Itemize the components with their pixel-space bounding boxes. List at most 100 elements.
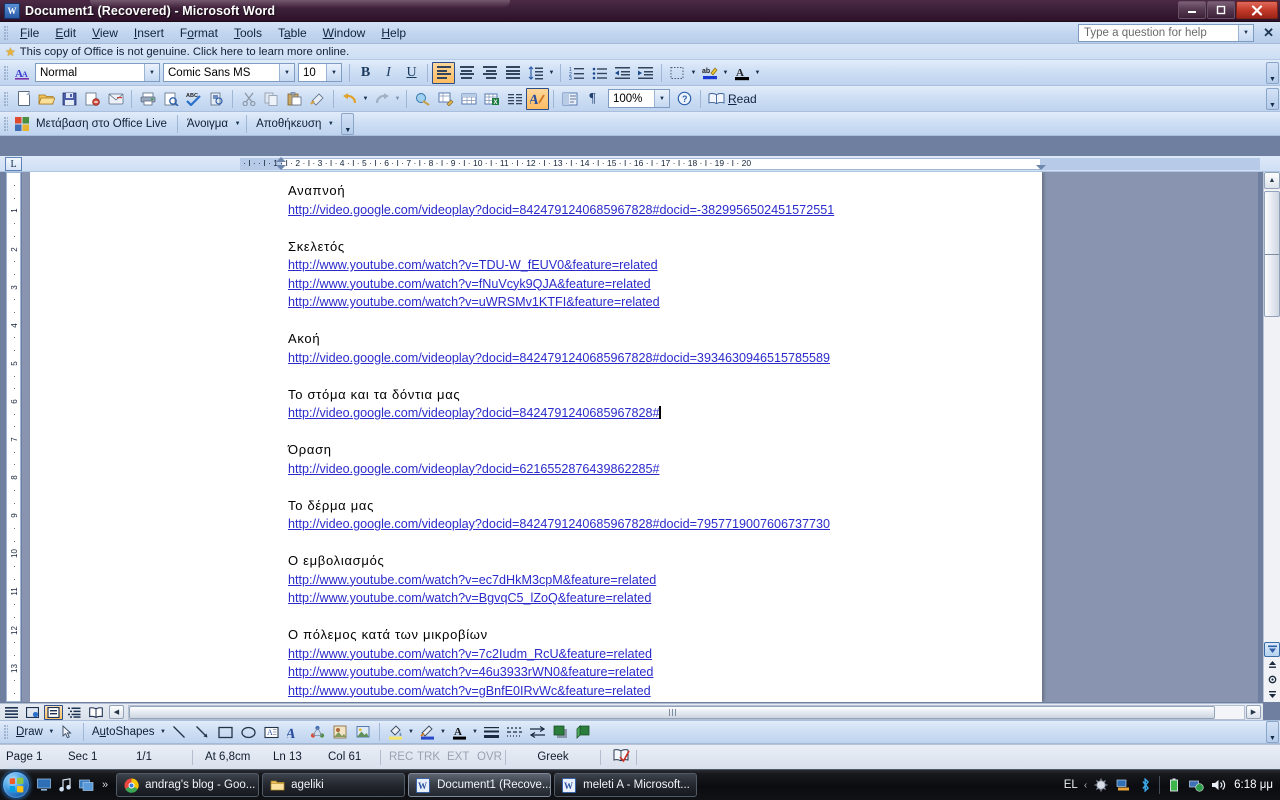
align-left-button[interactable] [432,61,455,84]
justify-button[interactable] [501,62,524,84]
scroll-left-button[interactable]: ◀ [109,705,124,719]
chevron-down-icon[interactable]: ▼ [721,70,730,76]
document-hyperlink[interactable]: http://www.youtube.com/watch?v=7c2Iudm_R… [288,645,1028,664]
office-live-toolbar-gripper[interactable] [4,116,8,131]
fill-color-button[interactable] [384,721,407,743]
line-style-button[interactable] [480,721,503,743]
draw-menu-button[interactable]: Draw ▼ [12,726,56,738]
shadow-style-button[interactable] [549,721,572,743]
network-activity-tray-icon[interactable] [1115,777,1131,793]
line-color-button[interactable] [416,721,439,743]
insert-table-button[interactable] [457,88,480,110]
drawing-toolbar-overflow-button[interactable]: ▼ [1266,721,1279,743]
insert-clip-art-button[interactable] [329,721,352,743]
increase-indent-button[interactable] [634,62,657,84]
read-button[interactable]: Read [705,92,760,106]
help-search-box[interactable]: Type a question for help ▼ [1078,24,1254,42]
highlight-color-button[interactable]: ab [698,62,721,84]
chevron-down-icon[interactable]: ▼ [326,64,341,81]
print-preview-button[interactable] [159,88,182,110]
menu-item-tools[interactable]: Tools [226,23,270,43]
chevron-down-icon[interactable]: ▼ [144,64,159,81]
document-hyperlink[interactable]: http://video.google.com/videoplay?docid=… [288,460,1028,479]
chevron-down-icon[interactable]: ▼ [361,96,370,102]
zoom-combo[interactable]: 100% ▼ [608,89,670,108]
styles-and-formatting-button[interactable]: A A [12,62,35,84]
chevron-down-icon[interactable]: ▼ [393,96,402,102]
status-ext[interactable]: EXT [441,751,471,763]
language-indicator[interactable]: EL [1064,779,1078,791]
outline-view-button[interactable] [65,705,84,720]
title-bar[interactable]: W Document1 (Recovered) - Microsoft Word [0,0,1280,22]
menubar-gripper[interactable] [4,25,8,40]
taskbar-clock[interactable]: 6:18 μμ [1234,779,1273,791]
show-formatting-marks-button[interactable]: ¶ [581,88,604,110]
columns-button[interactable] [503,88,526,110]
bluetooth-tray-icon[interactable] [1137,777,1153,793]
font-combo[interactable]: Comic Sans MS ▼ [163,63,295,82]
go-to-office-live-button[interactable]: Μετάβαση στο Office Live [12,116,173,132]
bulleted-list-button[interactable] [588,62,611,84]
save-button[interactable] [58,88,81,110]
menu-item-insert[interactable]: Insert [126,23,172,43]
scroll-up-button[interactable]: ▲ [1264,172,1280,189]
vertical-scrollbar-thumb[interactable] [1264,191,1280,317]
underline-button[interactable]: U [400,62,423,84]
insert-excel-worksheet-button[interactable]: X [480,88,503,110]
cut-button[interactable] [237,88,260,110]
microsoft-office-word-help-button[interactable]: ? [673,88,696,110]
show-desktop-icon[interactable] [36,777,52,793]
bold-button[interactable]: B [354,62,377,84]
chevron-down-icon[interactable]: ▼ [326,121,335,127]
arrow-button[interactable] [191,721,214,743]
insert-wordart-button[interactable]: A [283,721,306,743]
research-button[interactable] [205,88,228,110]
chevron-down-icon[interactable]: ▼ [471,729,480,735]
font-size-combo[interactable]: 10 ▼ [298,63,342,82]
formatting-toolbar-gripper[interactable] [4,65,8,80]
select-objects-button[interactable] [56,721,79,743]
document-map-button[interactable] [558,88,581,110]
standard-toolbar-overflow-button[interactable]: ▼ [1266,87,1279,110]
chevron-down-icon[interactable]: ▼ [159,729,168,735]
document-hyperlink[interactable]: http://video.google.com/videoplay?docid=… [288,201,1028,220]
taskbar-item-word-document1[interactable]: W Document1 (Recove... [408,773,552,797]
scroll-right-button[interactable]: ▶ [1246,705,1261,719]
menu-item-edit[interactable]: Edit [47,23,84,43]
rectangle-button[interactable] [214,721,237,743]
align-center-button[interactable] [455,62,478,84]
autoshapes-menu-button[interactable]: AutoShapes ▼ [88,726,168,738]
office-live-open-button[interactable]: Άνοιγμα ▼ [182,116,242,132]
italic-button[interactable]: I [377,62,400,84]
print-button[interactable] [136,88,159,110]
vertical-scrollbar[interactable]: ▲ [1263,172,1280,702]
formatting-toolbar-overflow-button[interactable]: ▼ [1266,61,1279,84]
paste-button[interactable] [283,88,306,110]
network-tray-icon[interactable] [1188,777,1204,793]
horizontal-scrollbar-thumb[interactable] [129,705,1215,719]
tab-selector-button[interactable]: L [5,157,22,171]
text-box-button[interactable]: A [260,721,283,743]
start-button[interactable] [2,771,30,799]
previous-page-button[interactable] [1264,657,1280,672]
permission-button[interactable] [81,88,104,110]
email-button[interactable] [104,88,127,110]
menu-item-view[interactable]: View [84,23,126,43]
web-layout-view-button[interactable] [23,705,42,720]
chevron-down-icon[interactable]: ▼ [439,729,448,735]
switch-window-icon[interactable] [78,777,94,793]
windows-media-player-icon[interactable] [57,777,73,793]
document-hyperlink[interactable]: http://www.youtube.com/watch?v=gBnfE0IRv… [288,682,1028,701]
quick-launch-overflow-chevron[interactable]: » [102,779,108,791]
horizontal-scrollbar-track[interactable] [128,704,1245,720]
chevron-down-icon[interactable]: ▼ [689,70,698,76]
taskbar-item-word-meleti[interactable]: Wmeleti A - Microsoft... [554,773,698,797]
menu-item-help[interactable]: Help [373,23,414,43]
new-document-button[interactable] [12,88,35,110]
normal-view-button[interactable] [2,705,21,720]
document-content[interactable]: Αναπνοή http://video.google.com/videoplay… [288,182,1028,700]
vertical-ruler[interactable]: · · 1 · · 2 · · 3 · · 4 · · 5 · · 6 · · 7 · · 8 · · 9 · · 10 · · 11 · · 12 ·… [6,172,21,702]
close-document-button[interactable]: ✕ [1263,25,1274,41]
spelling-grammar-button[interactable]: ABC [182,88,205,110]
menu-item-table[interactable]: Table [270,23,315,43]
